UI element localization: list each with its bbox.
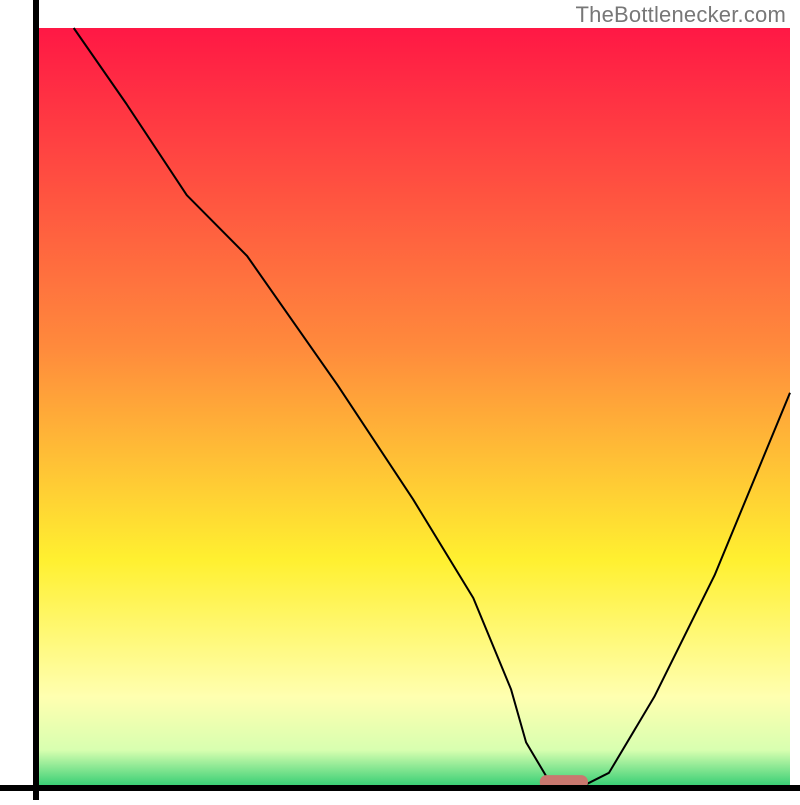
watermark-text: TheBottlenecker.com [576, 2, 786, 28]
gradient-background [36, 28, 790, 788]
bottleneck-chart: TheBottlenecker.com [0, 0, 800, 800]
chart-svg [0, 0, 800, 800]
